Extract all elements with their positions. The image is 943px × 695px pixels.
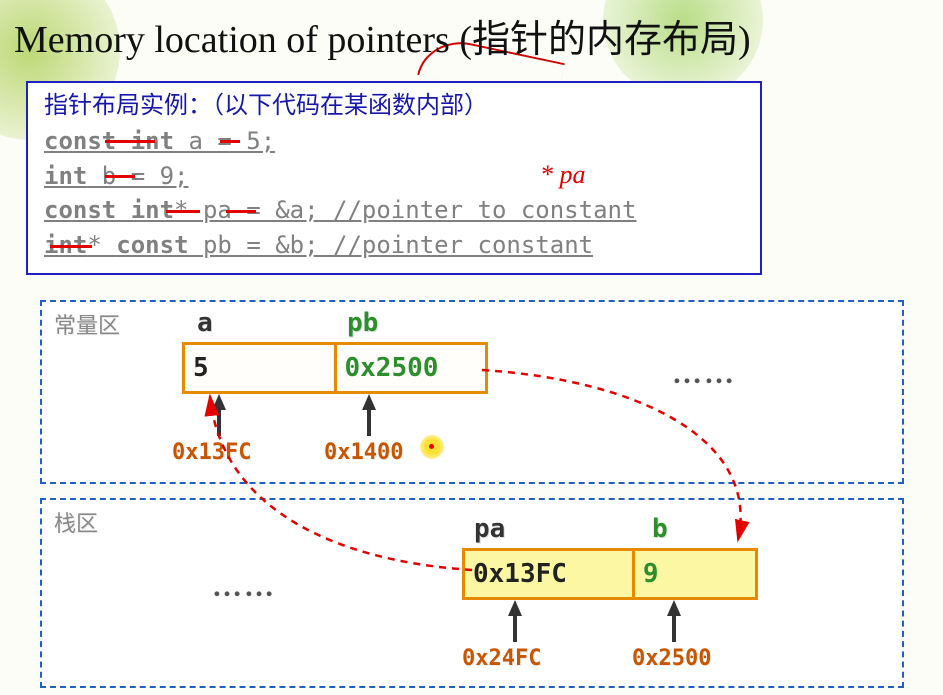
stack-ellipsis: …… xyxy=(212,570,276,604)
red-underline-3 xyxy=(166,210,200,213)
code-line-3: const int* pa = &a; //pointer to constan… xyxy=(44,193,744,228)
cursor-dot-icon xyxy=(429,444,434,449)
red-underline-4 xyxy=(50,245,92,248)
red-underline-3b xyxy=(226,210,256,213)
red-underline-2 xyxy=(105,175,135,178)
var-label-pb: pb xyxy=(347,308,378,338)
const-region-label: 常量区 xyxy=(54,308,120,340)
cell-a: 5 xyxy=(185,345,337,391)
code-header: 指针布局实例：（以下代码在某函数内部） xyxy=(44,89,744,124)
red-underline-1 xyxy=(105,140,155,143)
addr-pa: 0x24FC xyxy=(462,646,541,671)
cell-b: 9 xyxy=(635,551,755,597)
page-title: Memory location of pointers (指针的内存布局) xyxy=(0,0,943,63)
stack-region-label: 栈区 xyxy=(54,506,98,538)
red-underline-1b xyxy=(220,140,240,143)
const-ellipsis: …… xyxy=(672,357,736,391)
addr-a: 0x13FC xyxy=(172,440,251,465)
code-line-4: int* const pb = &b; //pointer constant xyxy=(44,228,744,263)
addr-pb: 0x1400 xyxy=(324,440,403,465)
stack-cells: 0x13FC 9 xyxy=(462,548,758,600)
arrow-addr-b-icon xyxy=(667,600,681,616)
arrow-addr-pb-icon xyxy=(362,394,376,410)
var-label-b: b xyxy=(652,514,668,544)
arrow-addr-pa-icon xyxy=(508,600,522,616)
const-cells: 5 0x2500 xyxy=(182,342,488,394)
var-label-pa: pa xyxy=(474,514,505,544)
addr-b: 0x2500 xyxy=(632,646,711,671)
cell-pa: 0x13FC xyxy=(465,551,635,597)
hand-annotation-pa: * pa xyxy=(540,160,586,190)
cell-pb: 0x2500 xyxy=(337,345,486,391)
stack-region: 栈区 …… pa b 0x13FC 9 0x24FC 0x2500 xyxy=(40,498,904,688)
const-region: 常量区 a pb 5 0x2500 0x13FC 0x1400 …… xyxy=(40,300,904,484)
arrow-addr-a-icon xyxy=(212,394,226,410)
code-example-box: 指针布局实例：（以下代码在某函数内部） const int a = 5; int… xyxy=(26,81,762,275)
var-label-a: a xyxy=(197,308,213,338)
code-line-2: int b = 9; xyxy=(44,159,744,194)
